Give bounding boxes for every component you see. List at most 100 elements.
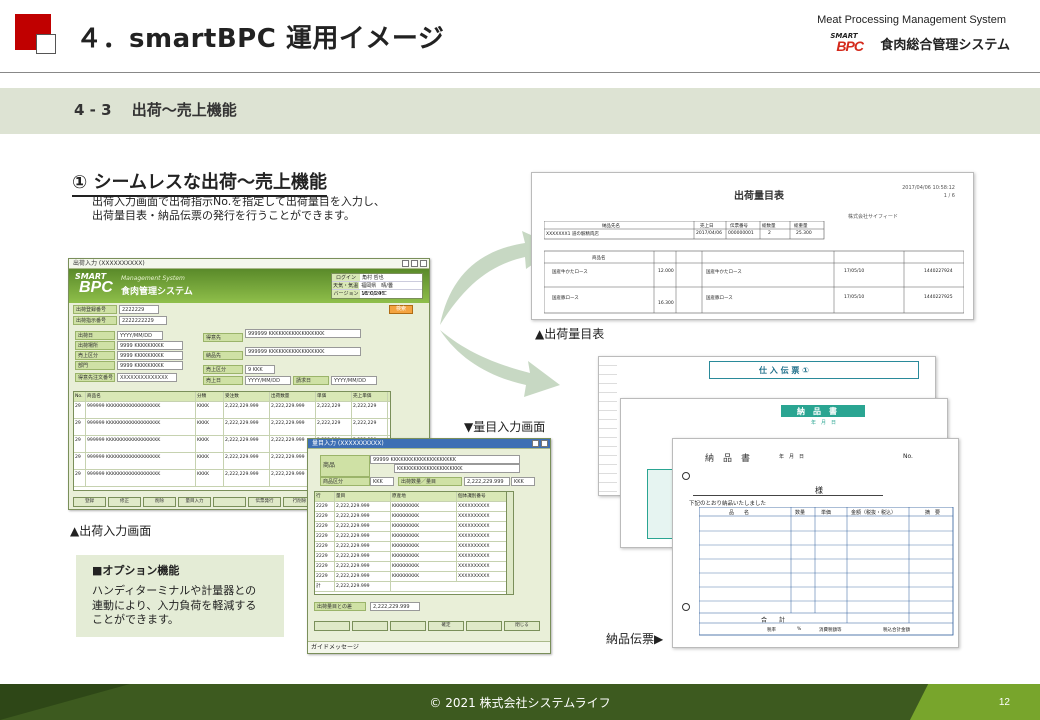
table-cell: XXXXXXXXXX	[457, 502, 513, 511]
table-row[interactable]: 2229 2,222,229.999 KKKKKKKKK XXXXXXXXXX	[315, 562, 513, 572]
reg-no-field[interactable]: 2222229	[119, 305, 159, 314]
mini-brand-jp: 食肉管理システム	[121, 287, 193, 297]
table-row[interactable]: 2229 2,222,229.999 KKKKKKKKK XXXXXXXXXX	[315, 522, 513, 532]
dept-field[interactable]: 9999 KKKKKKKKK	[117, 361, 183, 370]
table-cell: 29	[74, 436, 86, 452]
table-cell: 2,222,229.999	[335, 522, 391, 531]
wl-item-header-name: 商品名	[592, 256, 606, 261]
minimize-icon[interactable]	[402, 260, 409, 267]
total-cell: 2,222,229.999	[335, 582, 391, 591]
wl-row-dest: XXXXXXX1 道の駅精肉店	[546, 232, 599, 237]
table-cell: KKKKKKKKK	[391, 502, 457, 511]
table-cell: KKKKKKKKK	[391, 562, 457, 571]
table-cell: KKKK	[196, 470, 224, 486]
sale-date-field[interactable]: YYYY/MM/DD	[245, 376, 291, 385]
table-cell: 2,222,229.999	[224, 436, 270, 452]
instr-no-field[interactable]: 2222222229	[119, 316, 167, 325]
ship-date-field[interactable]: YYYY/MM/DD	[117, 331, 163, 340]
wl-item-2-id: 1440227925	[924, 295, 953, 300]
wl-item-2-qty: 16.300	[658, 301, 674, 306]
wl-header-slip: 伝票番号	[730, 224, 748, 229]
sales-type-field[interactable]: 9 KKK	[245, 365, 275, 374]
category-label: 商品区分	[320, 477, 370, 486]
login-label: ログイン	[332, 274, 360, 281]
product-field-2[interactable]: KKKKKKKKKKKKKKKKKKKK	[394, 464, 520, 473]
table-cell: 2,222,229	[352, 419, 388, 435]
quantity-window-title: 量目入力 (XXXXXXXXXX)	[308, 439, 550, 449]
supplier-field[interactable]: 999999 KKKKKKKKKKKKKKKKK	[245, 329, 361, 338]
wl-item-2-name: 国産豚ロース	[552, 296, 579, 301]
supply-field[interactable]: 9999 KKKKKKKKK	[117, 351, 183, 360]
table-cell: 2,222,229.999	[335, 572, 391, 581]
function-key-button[interactable]	[466, 621, 502, 631]
function-key-button[interactable]: 量目入力	[178, 497, 211, 507]
table-cell: KKKK	[196, 402, 224, 418]
dest-field[interactable]: 9999 KKKKKKKKK	[117, 341, 183, 350]
function-key-button[interactable]: 閉じる	[504, 621, 540, 631]
wl-item-1-id: 1440227924	[924, 269, 953, 274]
function-key-button[interactable]: 修正	[108, 497, 141, 507]
weight-list-date: 2017/04/06 10:58:12	[902, 185, 955, 191]
delivery-slip-date: 年 月 日	[779, 454, 805, 460]
grid-header-cell: 原産地	[391, 492, 457, 501]
function-key-button[interactable]: 伝票発行	[248, 497, 281, 507]
table-cell: 2,222,229.999	[335, 512, 391, 521]
maximize-icon[interactable]	[411, 260, 418, 267]
ds-footer-tax: 消費税額等	[819, 628, 842, 633]
ds-total: 合 計	[761, 617, 786, 624]
wl-item-2-desc: 国産豚ロース	[706, 296, 733, 301]
quantity-grid[interactable]: 行 量目 原産地 個体識別番号 2229 2,222,229.999 KKKKKKK…	[314, 491, 514, 595]
delivery-field[interactable]: 999999 KKKKKKKKKKKKKKKKK	[245, 347, 361, 356]
page-title: ４．smartBPC 運用イメージ	[76, 24, 445, 54]
search-button[interactable]: 検索	[389, 305, 413, 314]
diff-field: 2,222,229.999	[370, 602, 420, 611]
table-cell: 999999 KKKKKKKKKKKKKKKKKK	[86, 436, 196, 452]
close-icon[interactable]	[420, 260, 427, 267]
ship-qty-field[interactable]: 2,222,229.999	[464, 477, 510, 486]
table-cell: 999999 KKKKKKKKKKKKKKKKKK	[86, 402, 196, 418]
wl-item-1-desc: 国産牛かたロース	[706, 270, 742, 275]
table-cell: 29	[74, 470, 86, 486]
close-icon[interactable]	[541, 440, 548, 447]
bill-date-field[interactable]: YYYY/MM/DD	[331, 376, 377, 385]
ds-header-note: 摘 要	[925, 510, 941, 516]
table-cell: 2,222,229.999	[270, 402, 316, 418]
category-field[interactable]: KKK	[370, 477, 394, 486]
function-key-button[interactable]	[314, 621, 350, 631]
table-cell: XXXXXXXXXX	[457, 522, 513, 531]
table-row[interactable]: 29 999999 KKKKKKKKKKKKKKKKKK KKKK 2,222,229…	[74, 402, 390, 419]
purchase-slip-header-box	[709, 361, 919, 379]
function-key-button[interactable]	[213, 497, 246, 507]
section-title: 4 - 3 出荷〜売上機能	[74, 101, 237, 119]
minimize-icon[interactable]	[532, 440, 539, 447]
system-name-en: Meat Processing Management System	[817, 14, 1006, 26]
weight-list-company: 株式会社サイフィード	[848, 214, 898, 220]
weight-list-document: 出荷量目表 2017/04/06 10:58:12 1 / 6 株式会社サイフィ…	[531, 172, 974, 320]
window-controls	[532, 440, 548, 447]
table-row[interactable]: 2229 2,222,229.999 KKKKKKKKK XXXXXXXXXX	[315, 512, 513, 522]
table-row[interactable]: 2229 2,222,229.999 KKKKKKKKK XXXXXXXXXX	[315, 502, 513, 512]
table-row[interactable]: 2229 2,222,229.999 KKKKKKKKK XXXXXXXXXX	[315, 542, 513, 552]
order-no-field[interactable]: XXXXXXXXXXXXXX	[117, 373, 177, 382]
function-key-button[interactable]	[390, 621, 426, 631]
table-row[interactable]: 2229 2,222,229.999 KKKKKKKKK XXXXXXXXXX	[315, 532, 513, 542]
product-field-1[interactable]: 99999 KKKKKKKKKKKKKKKKKKKK	[370, 455, 520, 464]
diff-label: 出荷量目との差	[314, 602, 366, 611]
total-cell: 計	[315, 582, 335, 591]
punch-hole-icon	[682, 603, 690, 611]
table-row[interactable]: 2229 2,222,229.999 KKKKKKKKK XXXXXXXXXX	[315, 552, 513, 562]
system-name-jp: 食肉総合管理システム	[880, 37, 1010, 53]
function-key-button[interactable]: 確定	[428, 621, 464, 631]
table-row[interactable]: 2229 2,222,229.999 KKKKKKKKK XXXXXXXXXX	[315, 572, 513, 582]
table-cell: 2,222,229.999	[335, 502, 391, 511]
dest-label: 出荷場所	[75, 341, 115, 350]
function-key-button[interactable]: 削除	[143, 497, 176, 507]
grid-scrollbar[interactable]	[506, 491, 514, 595]
function-key-button[interactable]: 登録	[73, 497, 106, 507]
table-cell: 2229	[315, 522, 335, 531]
table-cell: XXXXXXXXXX	[457, 532, 513, 541]
table-row[interactable]: 29 999999 KKKKKKKKKKKKKKKKKK KKKK 2,222,229…	[74, 419, 390, 436]
table-cell: KKKKKKKKK	[391, 542, 457, 551]
table-cell: 2229	[315, 542, 335, 551]
function-key-button[interactable]	[352, 621, 388, 631]
